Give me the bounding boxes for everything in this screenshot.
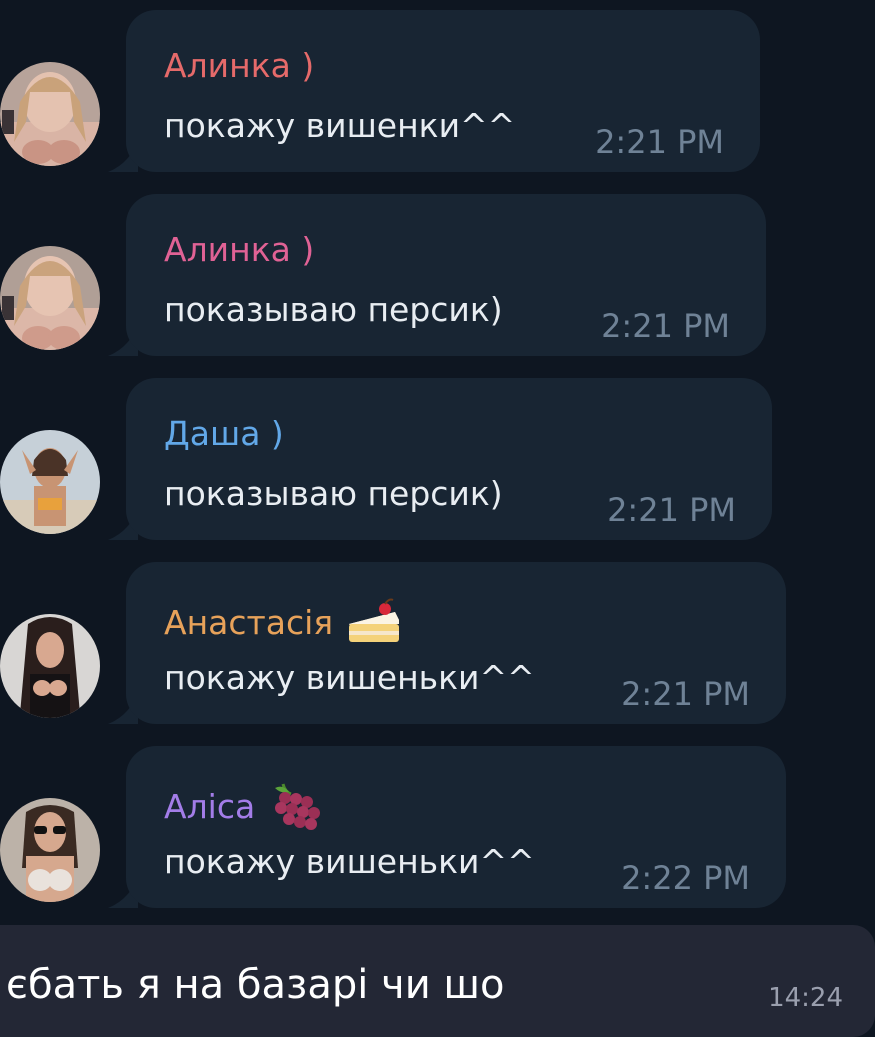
avatar[interactable] [0, 798, 100, 902]
sender-name-text: Даша ) [164, 414, 284, 453]
avatar[interactable] [0, 430, 100, 534]
message-bubble[interactable]: Алинка ) показываю персик) 2:21 PM [126, 194, 766, 356]
message-text: показываю персик) [164, 474, 503, 513]
message-bubble[interactable]: Даша ) показываю персик) 2:21 PM [126, 378, 772, 540]
reply-message-bubble[interactable]: єбать я на базарі чи шо 14:24 [0, 925, 875, 1037]
sender-name: Даша ) [164, 414, 284, 454]
reply-text: єбать я на базарі чи шо [6, 962, 505, 1008]
message-bubble[interactable]: Алинка ) покажу вишенки^^ 2:21 PM [126, 10, 760, 172]
avatar[interactable] [0, 62, 100, 166]
sender-name-text: Алинка ) [164, 230, 315, 269]
message-row: Даша ) показываю персик) 2:21 PM [0, 378, 875, 540]
chat-history: Алинка ) покажу вишенки^^ 2:21 PM Алинка… [0, 0, 875, 925]
message-text: покажу вишеньки^^ [164, 658, 535, 697]
sender-name-text: Аліса [164, 787, 256, 826]
message-bubble[interactable]: Аліса покажу вишеньки^^ 2:22 PM [126, 746, 786, 908]
message-row: Анастасія покажу вишеньки^^ 2:21 PM [0, 562, 875, 724]
avatar[interactable] [0, 614, 100, 718]
message-row: Алинка ) показываю персик) 2:21 PM [0, 194, 875, 356]
message-time: 2:22 PM [621, 859, 750, 897]
avatar[interactable] [0, 246, 100, 350]
message-row: Алинка ) покажу вишенки^^ 2:21 PM [0, 10, 875, 172]
message-text: покажу вишеньки^^ [164, 842, 535, 881]
sender-name-text: Алинка ) [164, 46, 315, 85]
sender-name: Алинка ) [164, 230, 314, 270]
message-row: Аліса покажу вишеньки^^ 2:22 PM [0, 746, 875, 908]
message-text: покажу вишенки^^ [164, 106, 516, 145]
message-time: 2:21 PM [621, 675, 750, 713]
cake-icon [349, 598, 400, 642]
sender-name: Алинка ) [164, 46, 314, 86]
message-time: 2:21 PM [595, 123, 724, 161]
sender-name-text: Анастасія [164, 603, 334, 642]
sender-name: Аліса [164, 782, 325, 832]
message-text: показываю персик) [164, 290, 503, 329]
message-time: 2:21 PM [607, 491, 736, 529]
grapes-icon [275, 783, 321, 830]
reply-time: 14:24 [768, 983, 843, 1013]
message-bubble[interactable]: Анастасія покажу вишеньки^^ 2:21 PM [126, 562, 786, 724]
sender-name: Анастасія [164, 598, 403, 648]
message-time: 2:21 PM [601, 307, 730, 345]
